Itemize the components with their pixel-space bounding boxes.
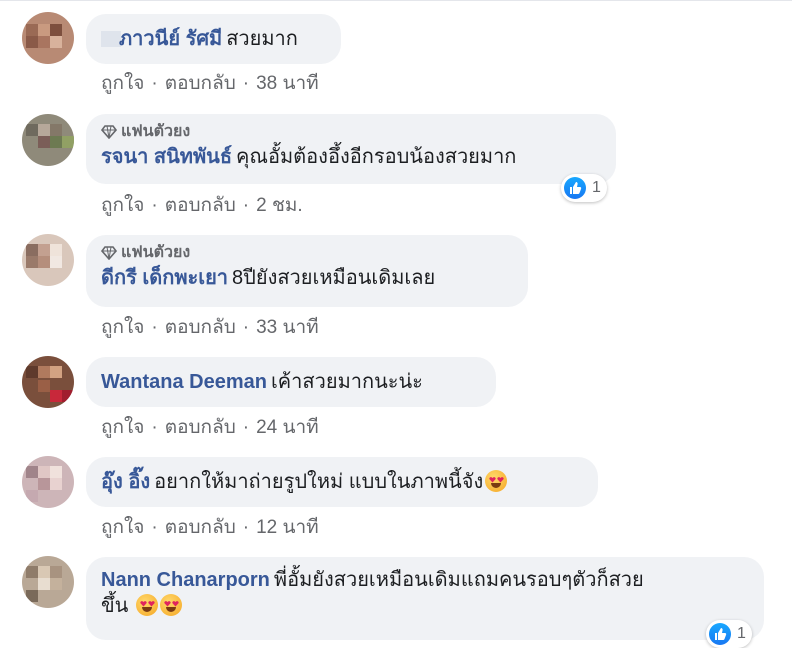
comment-author[interactable]: รจนา สนิทพันธ์	[101, 146, 232, 168]
separator: ·	[242, 517, 250, 538]
separator: ·	[151, 417, 158, 438]
separator: ·	[151, 317, 158, 338]
comment-bubble: แฟนตัวยง ดีกรี เด็กพะเยา 8ปียังสวยเหมือนเ…	[86, 235, 528, 307]
comment-actions: ถูกใจ · ตอบกลับ · 2 ชม.	[101, 190, 303, 220]
comment-bubble: Wantana Deeman เค้าสวยมากนะน่ะ	[86, 357, 496, 407]
smiling-face-with-hearts-emoji	[485, 470, 508, 492]
top-divider	[0, 0, 792, 1]
comment-text: สวยมาก	[226, 28, 298, 50]
reply-link[interactable]: ตอบกลับ	[165, 195, 236, 216]
comment-text: พี่อั้มยังสวยเหมือนเดิมแถมคนรอบๆตัวก็สวย	[273, 569, 644, 591]
comment-author[interactable]: Wantana Deeman	[101, 371, 267, 393]
comment-text: คุณอั้มต้องอึ้งอีกรอบน้องสวยมาก	[236, 146, 517, 168]
reply-link[interactable]: ตอบกลับ	[165, 73, 236, 94]
comment-time[interactable]: 2 ชม.	[256, 195, 303, 216]
reaction-count[interactable]: 1	[706, 620, 752, 648]
avatar[interactable]	[22, 456, 74, 508]
diamond-icon	[101, 246, 117, 260]
heart-eyes-emoji	[135, 594, 158, 616]
fan-badge: แฟนตัวยง	[101, 243, 512, 263]
comment-author[interactable]: Nann Chanarporn	[101, 569, 270, 591]
like-link[interactable]: ถูกใจ	[101, 517, 144, 538]
comment-actions: ถูกใจ · ตอบกลับ · 38 นาที	[101, 68, 319, 98]
comment-author[interactable]: อุ๊ง อิ๊ง	[101, 471, 150, 493]
separator: ·	[151, 517, 158, 538]
like-link[interactable]: ถูกใจ	[101, 317, 144, 338]
comment-bubble: แฟนตัวยง รจนา สนิทพันธ์ คุณอั้มต้องอึ้งอี…	[86, 114, 616, 184]
avatar[interactable]	[22, 556, 74, 608]
comment-author[interactable]: ภาวนีย์ รัศมี	[119, 28, 222, 50]
thumbs-up-icon	[564, 177, 586, 199]
separator: ·	[151, 73, 158, 94]
comment-bubble: ภาวนีย์ รัศมี สวยมาก	[86, 14, 341, 64]
comment-actions: ถูกใจ · ตอบกลับ · 24 นาที	[101, 412, 319, 442]
reply-link[interactable]: ตอบกลับ	[165, 417, 236, 438]
avatar[interactable]	[22, 12, 74, 64]
reply-link[interactable]: ตอบกลับ	[165, 317, 236, 338]
like-link[interactable]: ถูกใจ	[101, 195, 144, 216]
separator: ·	[242, 195, 250, 216]
comment-actions: ถูกใจ · ตอบกลับ · 12 นาที	[101, 512, 319, 542]
comment-time[interactable]: 12 นาที	[256, 517, 319, 538]
comment-time[interactable]: 24 นาที	[256, 417, 319, 438]
comment-text: เค้าสวยมากนะน่ะ	[270, 371, 423, 393]
comment-bubble: Nann Chanarporn พี่อั้มยังสวยเหมือนเดิมแถ…	[86, 557, 764, 640]
separator: ·	[242, 317, 250, 338]
avatar[interactable]	[22, 114, 74, 166]
diamond-icon	[101, 125, 117, 139]
comment-text: 8ปียังสวยเหมือนเดิมเลย	[232, 267, 436, 289]
separator: ·	[151, 195, 158, 216]
like-link[interactable]: ถูกใจ	[101, 417, 144, 438]
avatar[interactable]	[22, 234, 74, 286]
comment-time[interactable]: 38 นาที	[256, 73, 319, 94]
separator: ·	[242, 73, 250, 94]
like-link[interactable]: ถูกใจ	[101, 73, 144, 94]
comment-bubble: อุ๊ง อิ๊ง อยากให้มาถ่ายรูปใหม่ แบบในภาพนี…	[86, 457, 598, 507]
reaction-count[interactable]: 1	[561, 174, 607, 202]
comment-author[interactable]: ดีกรี เด็กพะเยา	[101, 267, 228, 289]
separator: ·	[242, 417, 250, 438]
comment-time[interactable]: 33 นาที	[256, 317, 319, 338]
thumbs-up-icon	[709, 623, 731, 645]
heart-eyes-emoji	[159, 594, 182, 616]
reply-link[interactable]: ตอบกลับ	[165, 517, 236, 538]
comment-actions: ถูกใจ · ตอบกลับ · 33 นาที	[101, 312, 319, 342]
fan-badge: แฟนตัวยง	[101, 122, 600, 142]
avatar[interactable]	[22, 356, 74, 408]
comment-text-continued: ขึ้น	[101, 595, 129, 617]
comment-text: อยากให้มาถ่ายรูปใหม่ แบบในภาพนี้จัง	[154, 471, 484, 493]
